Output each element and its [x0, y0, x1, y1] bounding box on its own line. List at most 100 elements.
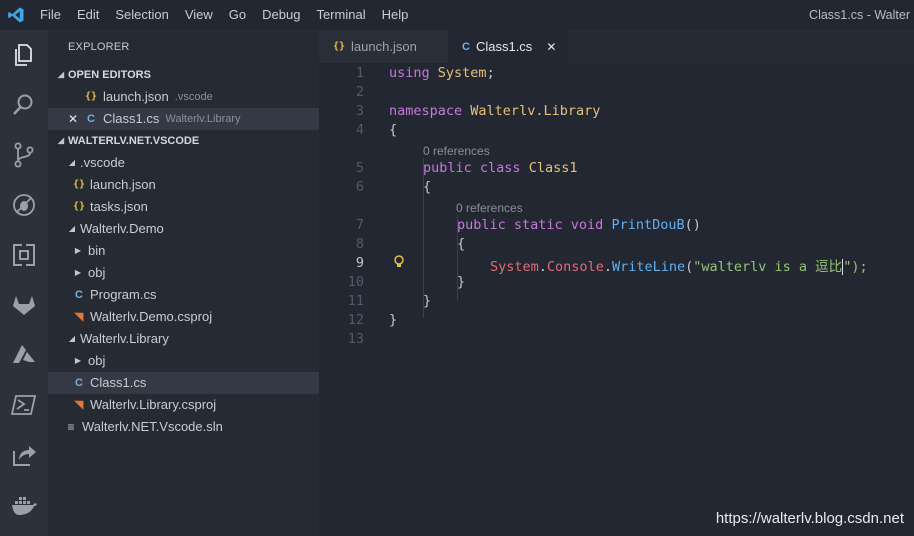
open-editor-item[interactable]: {} launch.json .vscode	[48, 86, 319, 108]
menu-bar: File Edit Selection View Go Debug Termin…	[32, 0, 416, 30]
code-line: namespace Walterlv.Library	[389, 103, 601, 119]
json-file-icon: {}	[72, 201, 86, 212]
json-file-icon: {}	[333, 41, 346, 52]
code-line: }	[457, 274, 466, 290]
menu-edit[interactable]: Edit	[69, 0, 107, 30]
json-file-icon: {}	[84, 91, 98, 102]
rss-file-icon: ◥	[74, 399, 84, 411]
source-control-icon[interactable]	[0, 130, 48, 180]
tree-item-file[interactable]: ≡ Walterlv.NET.Vscode.sln	[48, 416, 319, 438]
codelens-references[interactable]: 0 references	[423, 144, 490, 158]
line-number: 7	[355, 217, 364, 233]
line-number: 11	[347, 293, 364, 309]
extensions-icon[interactable]	[0, 230, 48, 280]
code-line: {	[389, 122, 398, 138]
menu-terminal[interactable]: Terminal	[308, 0, 373, 30]
search-icon[interactable]	[0, 80, 48, 130]
debug-icon[interactable]	[0, 180, 48, 230]
tree-item-label: bin	[88, 243, 106, 258]
tab-class1-cs[interactable]: C Class1.cs ✕	[448, 30, 569, 63]
code-line: {	[457, 236, 466, 252]
tab-label: launch.json	[351, 39, 417, 54]
open-editor-item[interactable]: ✕ C Class1.cs Walterlv.Library	[48, 108, 319, 130]
tree-item-label: Program.cs	[90, 287, 157, 302]
tree-item-label: Walterlv.Library.csproj	[90, 397, 217, 412]
menu-file[interactable]: File	[32, 0, 69, 30]
solution-file-icon: ≡	[67, 420, 75, 434]
tree-item-label: Walterlv.Demo	[80, 221, 164, 236]
tree-item-label: Walterlv.Demo.csproj	[90, 309, 213, 324]
code-line: System.Console.WriteLine("walterlv is a …	[490, 259, 868, 275]
tree-item-folder[interactable]: ▶ bin	[48, 240, 319, 262]
json-file-icon: {}	[72, 179, 86, 190]
explorer-icon[interactable]	[0, 30, 48, 80]
chevron-down-icon: ◢	[68, 224, 76, 233]
open-editors-header[interactable]: ◢ OPEN EDITORS	[48, 64, 319, 86]
tab-label: Class1.cs	[475, 39, 533, 54]
chevron-down-icon: ◢	[68, 158, 76, 167]
azure-icon[interactable]	[0, 330, 48, 380]
chevron-down-icon: ◢	[57, 70, 65, 79]
close-icon[interactable]: ✕	[546, 40, 556, 54]
tree-item-file[interactable]: C Program.cs	[48, 284, 319, 306]
tree-item-folder[interactable]: ◢ .vscode	[48, 152, 319, 174]
line-number: 5	[355, 160, 364, 176]
tree-item-file[interactable]: ◥ Walterlv.Library.csproj	[48, 394, 319, 416]
open-editor-desc: Walterlv.Library	[165, 113, 241, 125]
tree-item-folder[interactable]: ◢ Walterlv.Library	[48, 328, 319, 350]
workspace-title: WALTERLV.NET.VSCODE	[68, 135, 200, 147]
tree-item-file[interactable]: ◥ Walterlv.Demo.csproj	[48, 306, 319, 328]
vscode-logo-icon	[0, 0, 32, 30]
line-number: 9	[355, 255, 364, 271]
csharp-file-icon: C	[75, 289, 83, 301]
code-line: public class Class1	[423, 160, 578, 176]
chevron-right-icon: ▶	[74, 268, 82, 277]
line-number: 12	[347, 312, 364, 328]
menu-view[interactable]: View	[177, 0, 221, 30]
line-number: 13	[347, 331, 364, 347]
chevron-down-icon: ◢	[68, 334, 76, 343]
powershell-icon[interactable]	[0, 380, 48, 430]
window-title: Class1.cs - Walter	[809, 8, 910, 22]
tab-launch-json[interactable]: {} launch.json	[319, 30, 448, 63]
tree-item-folder[interactable]: ▶ obj	[48, 350, 319, 372]
menu-help[interactable]: Help	[374, 0, 417, 30]
csharp-file-icon: C	[462, 40, 470, 53]
code-line: }	[389, 312, 398, 328]
tree-item-folder[interactable]: ▶ obj	[48, 262, 319, 284]
chevron-right-icon: ▶	[74, 356, 82, 365]
close-icon[interactable]: ✕	[64, 108, 82, 130]
line-number: 10	[347, 274, 364, 290]
editor-tabs: {} launch.json C Class1.cs ✕	[319, 30, 914, 63]
code-line: public static void PrintDouB()	[457, 217, 701, 233]
menu-debug[interactable]: Debug	[254, 0, 308, 30]
menu-go[interactable]: Go	[221, 0, 254, 30]
code-line: }	[423, 293, 432, 309]
tree-item-file[interactable]: {} launch.json	[48, 174, 319, 196]
rss-file-icon: ◥	[74, 311, 84, 323]
explorer-sidebar: EXPLORER ◢ OPEN EDITORS {} launch.json .…	[48, 30, 319, 536]
chevron-right-icon: ▶	[74, 246, 82, 255]
csharp-file-icon: C	[87, 113, 95, 125]
chevron-down-icon: ◢	[57, 136, 65, 145]
tree-item-label: Walterlv.NET.Vscode.sln	[82, 419, 223, 434]
lightbulb-icon[interactable]	[393, 254, 405, 273]
tree-item-file[interactable]: C Class1.cs	[48, 372, 319, 394]
open-editor-name: Class1.cs	[103, 111, 160, 126]
codelens-references[interactable]: 0 references	[456, 201, 523, 215]
line-number: 1	[355, 65, 364, 81]
tree-item-label: tasks.json	[90, 199, 148, 214]
live-share-icon[interactable]	[0, 430, 48, 480]
code-line: using System;	[389, 65, 495, 81]
gitlab-icon[interactable]	[0, 280, 48, 330]
docker-icon[interactable]	[0, 480, 48, 530]
line-number: 2	[355, 84, 364, 100]
tree-item-file[interactable]: {} tasks.json	[48, 196, 319, 218]
menu-selection[interactable]: Selection	[107, 0, 176, 30]
code-editor[interactable]: 1 2 3 4 5 6 7 8 9 10 11 12 13 using Syst…	[319, 63, 914, 536]
title-bar: File Edit Selection View Go Debug Termin…	[0, 0, 914, 30]
workspace-header[interactable]: ◢ WALTERLV.NET.VSCODE	[48, 130, 319, 152]
tree-item-folder[interactable]: ◢ Walterlv.Demo	[48, 218, 319, 240]
explorer-title: EXPLORER	[68, 41, 130, 53]
tree-item-label: .vscode	[80, 155, 125, 170]
